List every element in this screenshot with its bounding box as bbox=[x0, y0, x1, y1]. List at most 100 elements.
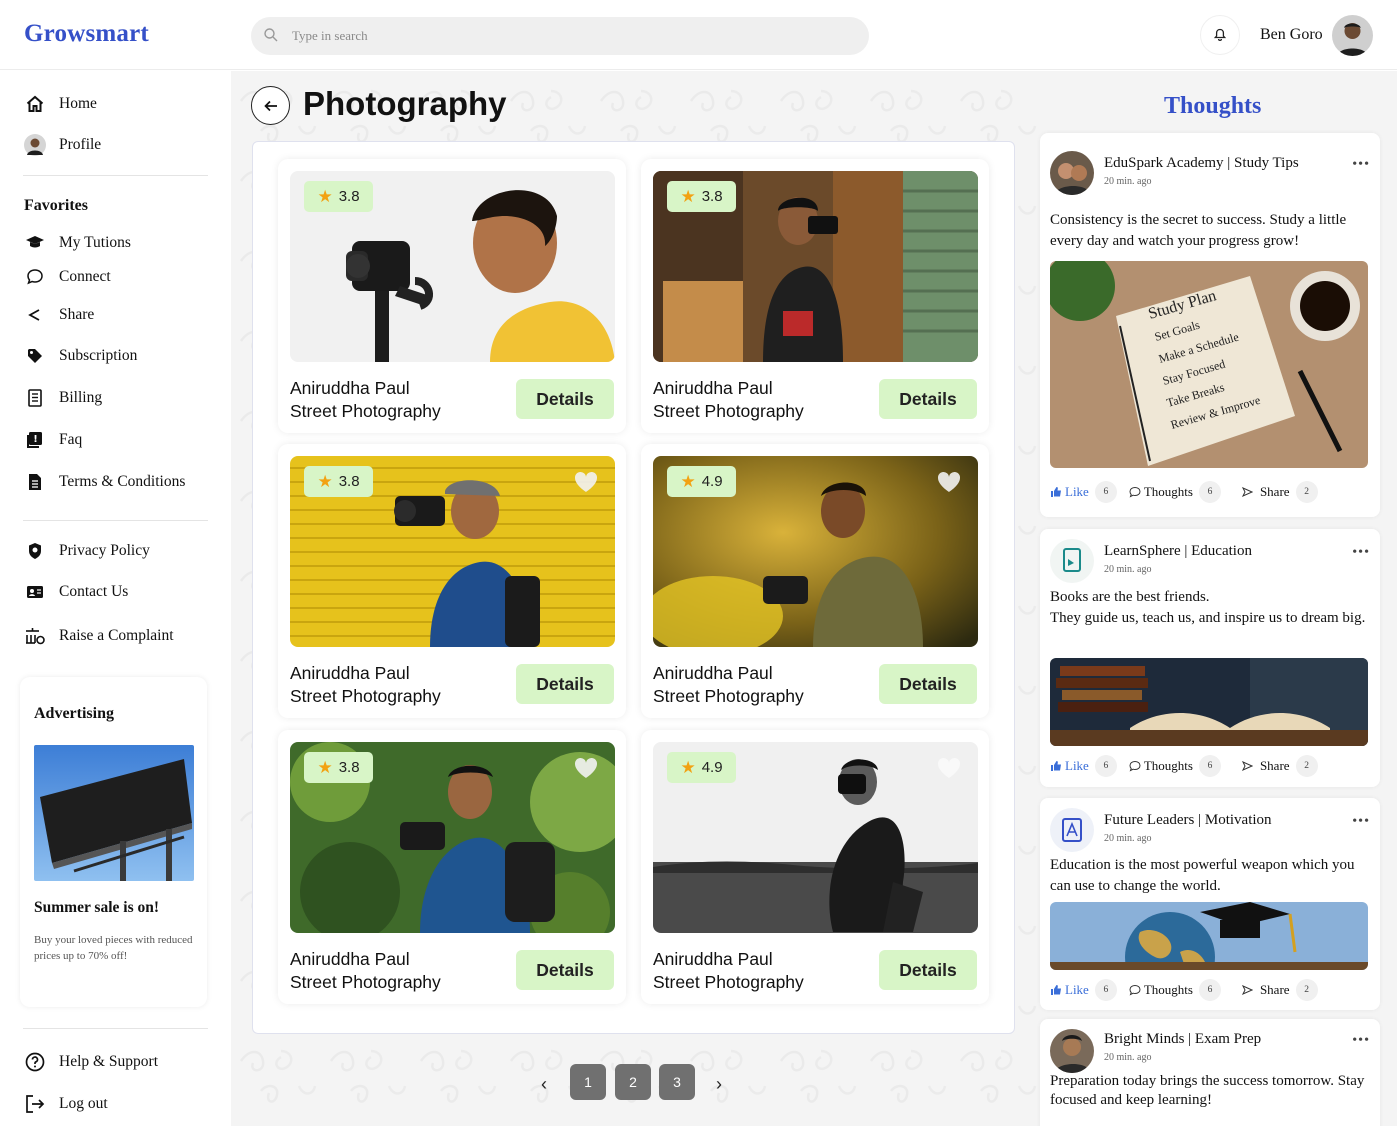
heart-icon[interactable] bbox=[573, 756, 599, 780]
more-options-icon[interactable]: ••• bbox=[1352, 1033, 1370, 1049]
share-icon bbox=[24, 304, 46, 326]
thought-post[interactable]: EduSpark Academy | Study Tips 20 min. ag… bbox=[1040, 133, 1380, 517]
thoughts-count: 6 bbox=[1198, 979, 1221, 1001]
sidebar-item-connect[interactable]: Connect bbox=[24, 265, 111, 289]
sidebar-item-logout[interactable]: Log out bbox=[24, 1092, 108, 1116]
details-button[interactable]: Details bbox=[516, 664, 614, 704]
sidebar-item-help[interactable]: Help & Support bbox=[24, 1050, 158, 1074]
sidebar-item-privacy[interactable]: Privacy Policy bbox=[24, 539, 150, 563]
main-content: Photography ★ 3.8 Aniruddha Paul Street … bbox=[231, 71, 1037, 1126]
shield-icon bbox=[24, 540, 46, 562]
rating-badge: ★ 4.9 bbox=[667, 752, 736, 783]
thoughts-button[interactable]: Thoughts bbox=[1129, 982, 1193, 998]
details-button[interactable]: Details bbox=[516, 950, 614, 990]
like-count: 6 bbox=[1094, 979, 1117, 1001]
course-card[interactable]: ★ 4.9 Aniruddha Paul Street Photography D… bbox=[641, 444, 989, 718]
star-icon: ★ bbox=[317, 186, 333, 206]
sidebar-item-contact[interactable]: Contact Us bbox=[24, 580, 128, 604]
instructor-name: Aniruddha Paul bbox=[653, 663, 773, 683]
user-name[interactable]: Ben Goro bbox=[1260, 26, 1323, 44]
notification-button[interactable] bbox=[1200, 15, 1240, 55]
course-card[interactable]: ★ 3.8 Aniruddha Paul Street Photography D… bbox=[641, 159, 989, 433]
heart-icon[interactable] bbox=[573, 470, 599, 494]
sidebar-item-share[interactable]: Share bbox=[24, 303, 94, 327]
search-bar[interactable] bbox=[251, 17, 869, 55]
thumbs-up-icon bbox=[1051, 985, 1061, 995]
search-input[interactable] bbox=[292, 26, 832, 46]
post-author[interactable]: LearnSphere | Education bbox=[1104, 543, 1252, 560]
like-button[interactable]: Like bbox=[1050, 484, 1089, 500]
pagination-page-1[interactable]: 1 bbox=[570, 1064, 606, 1100]
post-author[interactable]: EduSpark Academy | Study Tips bbox=[1104, 155, 1299, 172]
details-button[interactable]: Details bbox=[879, 379, 977, 419]
share-button[interactable]: Share bbox=[1241, 982, 1290, 998]
post-actions: Like 6 Thoughts 6 Share 2 bbox=[1050, 979, 1318, 1001]
photographer-photo: ★ 4.9 bbox=[653, 456, 978, 647]
thoughts-button[interactable]: Thoughts bbox=[1129, 758, 1193, 774]
pagination-page-3[interactable]: 3 bbox=[659, 1064, 695, 1100]
share-button[interactable]: Share bbox=[1241, 484, 1290, 500]
photographer-photo: ★ 3.8 bbox=[290, 456, 615, 647]
advertising-card[interactable]: Advertising Summer sale is on! Buy your … bbox=[20, 677, 207, 1007]
share-button[interactable]: Share bbox=[1241, 758, 1290, 774]
post-author[interactable]: Bright Minds | Exam Prep bbox=[1104, 1031, 1261, 1048]
thought-post[interactable]: Future Leaders | Motivation 20 min. ago … bbox=[1040, 798, 1380, 1010]
graduation-cap-icon bbox=[24, 232, 46, 254]
post-author[interactable]: Future Leaders | Motivation bbox=[1104, 812, 1272, 829]
post-image bbox=[1050, 902, 1368, 970]
sidebar-item-terms[interactable]: Terms & Conditions bbox=[24, 470, 185, 494]
sidebar-item-faq[interactable]: ! Faq bbox=[24, 428, 82, 452]
post-text: Books are the best friends. They guide u… bbox=[1050, 589, 1366, 626]
bell-icon bbox=[1213, 28, 1227, 41]
rating-badge: ★ 4.9 bbox=[667, 466, 736, 497]
author-avatar bbox=[1050, 151, 1094, 195]
app-logo[interactable]: Growsmart bbox=[24, 20, 149, 48]
thought-post[interactable]: Bright Minds | Exam Prep 20 min. ago •••… bbox=[1040, 1019, 1380, 1126]
heart-icon[interactable] bbox=[936, 470, 962, 494]
course-card[interactable]: ★ 4.9 Aniruddha Paul Street Photography D… bbox=[641, 730, 989, 1004]
course-card[interactable]: ★ 3.8 Aniruddha Paul Street Photography D… bbox=[278, 730, 626, 1004]
post-image: Study Plan Set Goals Make a Schedule Sta… bbox=[1050, 261, 1368, 468]
post-text: Education is the most powerful weapon wh… bbox=[1050, 857, 1355, 894]
comment-icon bbox=[1129, 486, 1141, 498]
sidebar-item-complaint[interactable]: Raise a Complaint bbox=[24, 624, 174, 648]
thought-post[interactable]: LearnSphere | Education 20 min. ago ••• … bbox=[1040, 529, 1380, 787]
details-button[interactable]: Details bbox=[879, 664, 977, 704]
more-options-icon[interactable]: ••• bbox=[1352, 545, 1370, 561]
sidebar-item-profile[interactable]: Profile bbox=[24, 133, 101, 157]
back-button[interactable] bbox=[251, 86, 290, 125]
sidebar-item-home[interactable]: Home bbox=[24, 92, 97, 116]
more-options-icon[interactable]: ••• bbox=[1352, 814, 1370, 830]
course-card[interactable]: ★ 3.8 Aniruddha Paul Street Photography D… bbox=[278, 159, 626, 433]
sidebar-item-billing[interactable]: Billing bbox=[24, 386, 102, 410]
post-actions: Like 6 Thoughts 6 Share 2 bbox=[1050, 481, 1318, 503]
instructor-name: Aniruddha Paul bbox=[653, 378, 773, 398]
share-label: Share bbox=[1259, 484, 1290, 499]
favorites-heading: Favorites bbox=[24, 197, 88, 214]
star-icon: ★ bbox=[317, 471, 333, 491]
course-card[interactable]: ★ 3.8 Aniruddha Paul Street Photography D… bbox=[278, 444, 626, 718]
more-options-icon[interactable]: ••• bbox=[1352, 157, 1370, 173]
ad-title: Advertising bbox=[34, 705, 114, 722]
post-time: 20 min. ago bbox=[1104, 176, 1152, 187]
pagination-prev[interactable]: ‹ bbox=[541, 1074, 547, 1095]
sidebar-item-label: Log out bbox=[59, 1095, 108, 1112]
user-avatar[interactable] bbox=[1332, 15, 1373, 56]
sidebar-item-my-tutions[interactable]: My Tutions bbox=[24, 231, 131, 255]
photographer-photo: ★ 3.8 bbox=[290, 742, 615, 933]
sidebar-item-subscription[interactable]: Subscription bbox=[24, 344, 137, 368]
like-button[interactable]: Like bbox=[1050, 758, 1089, 774]
star-icon: ★ bbox=[317, 757, 333, 777]
heart-icon[interactable] bbox=[936, 756, 962, 780]
rating-value: 3.8 bbox=[701, 188, 723, 205]
like-button[interactable]: Like bbox=[1050, 982, 1089, 998]
pagination-page-2[interactable]: 2 bbox=[615, 1064, 651, 1100]
divider bbox=[23, 520, 208, 521]
course-category: Street Photography bbox=[653, 972, 804, 992]
details-button[interactable]: Details bbox=[879, 950, 977, 990]
thoughts-count: 6 bbox=[1198, 755, 1221, 777]
thumbs-up-icon bbox=[1051, 487, 1061, 497]
pagination-next[interactable]: › bbox=[716, 1074, 722, 1095]
details-button[interactable]: Details bbox=[516, 379, 614, 419]
thoughts-button[interactable]: Thoughts bbox=[1129, 484, 1193, 500]
